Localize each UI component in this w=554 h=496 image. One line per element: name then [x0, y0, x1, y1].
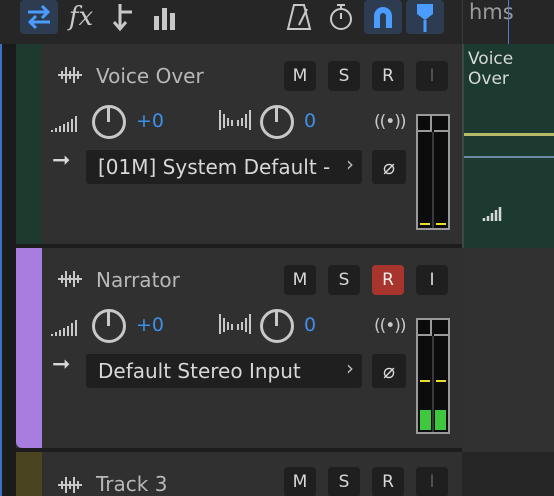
pan-knob[interactable] [260, 105, 294, 139]
level-fill [435, 410, 446, 430]
track-narrator[interactable]: Narrator M S R I +0 0 ((•)) ➞ Default St… [16, 248, 462, 452]
levels-icon[interactable] [146, 0, 184, 34]
snap-magnet-icon[interactable] [364, 0, 402, 34]
marker-pin-icon[interactable] [406, 0, 444, 34]
pan-icon [219, 110, 251, 130]
route-down-icon[interactable] [105, 0, 143, 34]
pan-value[interactable]: 0 [304, 110, 316, 132]
track-voice-over[interactable]: Voice Over M S R I +0 0 ((•)) ➞ [01M] Sy… [16, 44, 462, 248]
solo-button[interactable]: S [328, 61, 360, 91]
volume-knob[interactable] [92, 309, 126, 343]
track-header: Track 3 M S R I [42, 452, 462, 496]
output-icon[interactable]: ((•)) [374, 316, 407, 336]
input-arrow-icon: ➞ [52, 352, 71, 377]
output-icon[interactable]: ((•)) [374, 112, 407, 132]
volume-value[interactable]: +0 [136, 314, 164, 336]
pan-value[interactable]: 0 [304, 314, 316, 336]
input-select-value: [01M] System Default - [98, 155, 331, 179]
pan-icon [219, 314, 251, 334]
chevron-right-icon: › [346, 356, 354, 380]
input-monitor-button[interactable]: I [416, 467, 448, 496]
input-select[interactable]: [01M] System Default - › [86, 150, 362, 184]
mute-button[interactable]: M [284, 265, 316, 295]
mute-button[interactable]: M [284, 467, 316, 496]
peak-indicator [436, 223, 446, 225]
record-arm-button[interactable]: R [372, 61, 404, 91]
timeline-lane[interactable] [462, 452, 554, 496]
peak-indicator [420, 223, 430, 225]
pan-knob[interactable] [260, 309, 294, 343]
clip-volume-line[interactable] [464, 133, 554, 136]
clip-pan-line[interactable] [464, 156, 554, 158]
track-name[interactable]: Voice Over [96, 64, 204, 88]
input-monitor-button[interactable]: I [416, 61, 448, 91]
peak-indicator [420, 380, 430, 382]
input-arrow-icon: ➞ [52, 148, 71, 173]
record-arm-button[interactable]: R [372, 467, 404, 496]
timeline-lane[interactable] [462, 248, 554, 452]
level-meter [416, 114, 450, 230]
track-name[interactable]: Track 3 [96, 472, 167, 496]
track-name[interactable]: Narrator [96, 268, 180, 292]
volume-icon [51, 320, 77, 336]
input-select[interactable]: Default Stereo Input › [86, 354, 362, 388]
track-color-strip [16, 44, 42, 244]
phase-invert-icon[interactable]: ⌀ [372, 354, 406, 388]
chevron-right-icon: › [346, 152, 354, 176]
panel-gutter [2, 44, 16, 496]
input-select-value: Default Stereo Input [98, 359, 301, 383]
waveform-icon [58, 271, 82, 287]
timer-icon[interactable] [322, 0, 360, 34]
clip-name: Voice Over [468, 49, 514, 89]
ruler-label: hms [469, 0, 514, 24]
record-arm-button[interactable]: R [372, 265, 404, 295]
waveform-icon [58, 477, 82, 493]
volume-icon [51, 116, 77, 132]
waveform-icon [58, 67, 82, 83]
clip-levels-icon [482, 207, 502, 221]
peak-indicator [436, 380, 446, 382]
metronome-icon[interactable] [280, 0, 318, 34]
solo-button[interactable]: S [328, 467, 360, 496]
playhead[interactable] [508, 0, 509, 44]
track-header: Narrator M S R I +0 0 ((•)) ➞ Default St… [42, 248, 462, 448]
solo-button[interactable]: S [328, 265, 360, 295]
swap-icon[interactable] [20, 0, 58, 34]
mute-button[interactable]: M [284, 61, 316, 91]
track-color-strip [16, 248, 42, 448]
track-color-strip [16, 452, 42, 496]
track-3[interactable]: Track 3 M S R I [16, 452, 462, 496]
volume-knob[interactable] [92, 105, 126, 139]
level-fill [420, 410, 431, 430]
volume-value[interactable]: +0 [136, 110, 164, 132]
toolbar: fx [0, 0, 462, 44]
track-header: Voice Over M S R I +0 0 ((•)) ➞ [01M] Sy… [42, 44, 462, 244]
phase-invert-icon[interactable]: ⌀ [372, 150, 406, 184]
level-meter [416, 318, 450, 434]
fx-icon[interactable]: fx [62, 0, 100, 34]
input-monitor-button[interactable]: I [416, 265, 448, 295]
